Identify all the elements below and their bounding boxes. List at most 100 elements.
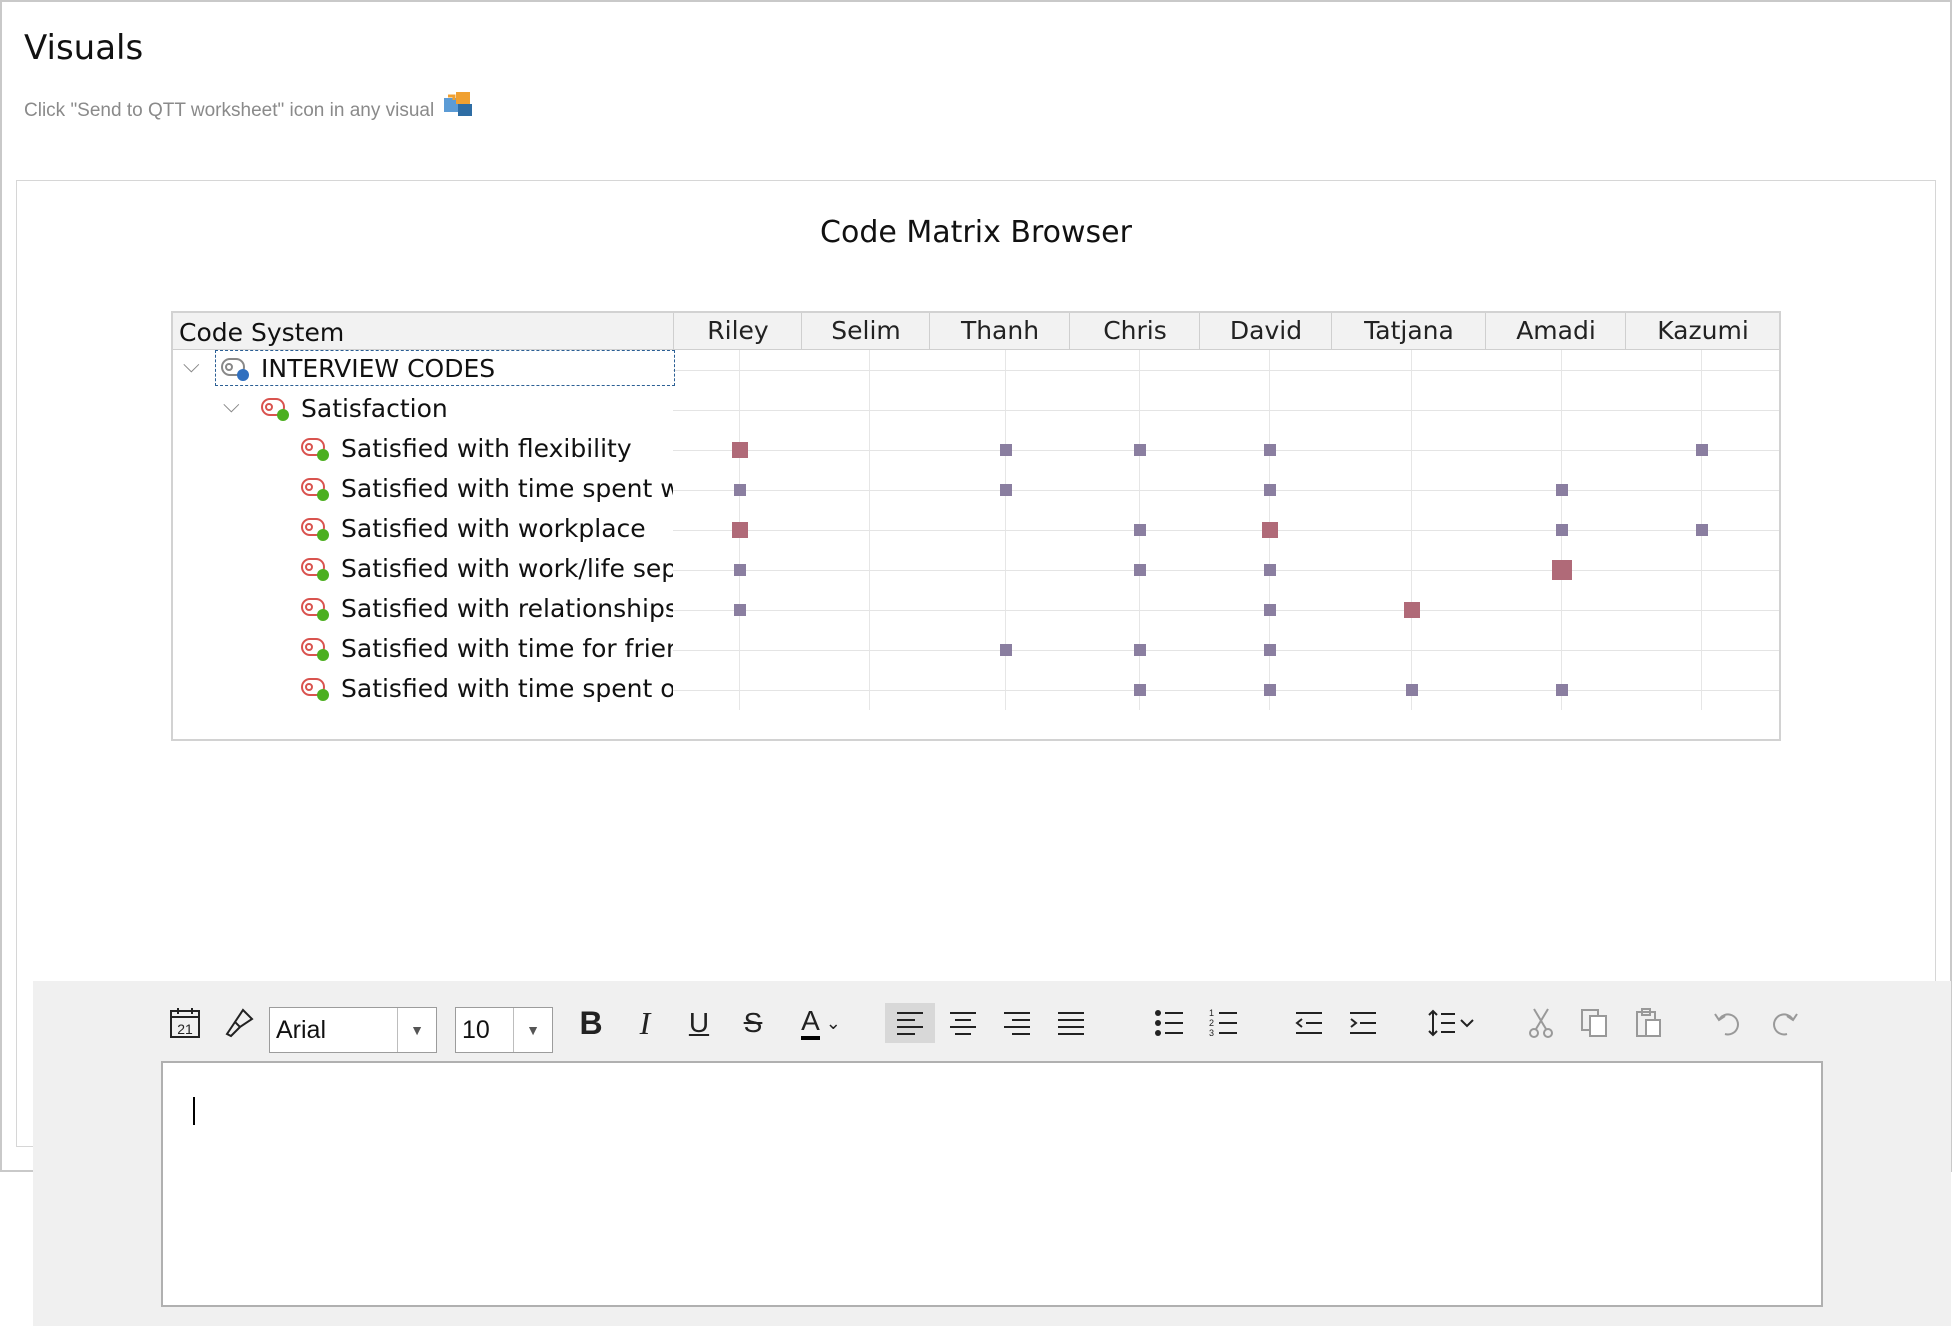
chevron-down-icon[interactable]: ▼: [397, 1008, 436, 1052]
font-color-icon[interactable]: A ⌄: [789, 1003, 853, 1043]
tree-label: Satisfied with time spent or: [341, 674, 673, 703]
matrix-cell-marker[interactable]: [1264, 484, 1276, 496]
matrix-body: ⌵ INTERVIEW CODES ⌵ Satisfaction Satisfied w…: [173, 350, 1779, 739]
copy-icon[interactable]: [1573, 1003, 1617, 1043]
redo-icon[interactable]: [1761, 1003, 1805, 1043]
grid-line-horizontal: [673, 370, 1779, 371]
matrix-cell-marker[interactable]: [734, 564, 746, 576]
notes-editor[interactable]: [161, 1061, 1823, 1307]
matrix-cell-marker[interactable]: [1134, 564, 1146, 576]
column-header-amadi[interactable]: Amadi: [1485, 313, 1626, 349]
tree-row-code[interactable]: Satisfied with time for frien: [173, 630, 673, 670]
tree-row-code[interactable]: Satisfied with workplace: [173, 510, 673, 550]
matrix-cell-marker[interactable]: [732, 522, 748, 538]
matrix-cell-marker[interactable]: [1264, 644, 1276, 656]
grid-line-horizontal: [673, 650, 1779, 651]
matrix-cell-marker[interactable]: [1552, 560, 1572, 580]
matrix-header: Code System Riley Selim Thanh Chris David Tat…: [173, 313, 1779, 350]
align-left-icon[interactable]: [885, 1003, 935, 1043]
grid-line-horizontal: [673, 530, 1779, 531]
strikethrough-icon[interactable]: S: [731, 1003, 775, 1043]
align-center-icon[interactable]: [941, 1003, 985, 1043]
tree-label: Satisfaction: [301, 394, 448, 423]
matrix-cell-marker[interactable]: [1000, 444, 1012, 456]
chevron-down-icon[interactable]: ⌵: [183, 352, 200, 378]
matrix-cell-marker[interactable]: [1000, 484, 1012, 496]
grid-line-horizontal: [673, 450, 1779, 451]
tree-row-code[interactable]: Satisfied with flexibility: [173, 430, 673, 470]
align-right-icon[interactable]: [995, 1003, 1039, 1043]
line-spacing-icon[interactable]: [1423, 1003, 1487, 1043]
column-header-kazumi[interactable]: Kazumi: [1625, 313, 1779, 349]
matrix-cell-marker[interactable]: [1556, 684, 1568, 696]
column-header-david[interactable]: David: [1199, 313, 1332, 349]
column-header-selim[interactable]: Selim: [801, 313, 930, 349]
bullet-list-icon[interactable]: [1147, 1003, 1191, 1043]
paste-icon[interactable]: [1627, 1003, 1671, 1043]
tree-row-code[interactable]: Satisfied with time spent w: [173, 470, 673, 510]
font-size-select[interactable]: 10 ▼: [455, 1007, 553, 1053]
hint-label: Click "Send to QTT worksheet" icon in an…: [24, 100, 435, 121]
column-header-tatjana[interactable]: Tatjana: [1331, 313, 1486, 349]
justify-icon[interactable]: [1049, 1003, 1093, 1043]
tree-label: Satisfied with workplace: [341, 514, 646, 543]
matrix-cell-marker[interactable]: [1264, 444, 1276, 456]
chevron-down-icon[interactable]: ⌵: [223, 392, 240, 418]
format-toolbar: 21 Arial ▼ 10 ▼ B I U S A ⌄ 1 2 3: [33, 981, 1951, 1061]
matrix-cell-marker[interactable]: [734, 604, 746, 616]
insert-date-icon[interactable]: 21: [163, 1003, 207, 1043]
outdent-icon[interactable]: [1287, 1003, 1331, 1043]
cut-icon[interactable]: [1519, 1003, 1563, 1043]
matrix-cell-marker[interactable]: [1000, 644, 1012, 656]
underline-icon[interactable]: U: [677, 1003, 721, 1043]
matrix-cell-marker[interactable]: [1134, 644, 1146, 656]
tree-row-code[interactable]: Satisfied with work/life sep: [173, 550, 673, 590]
numbered-list-icon[interactable]: 123: [1201, 1003, 1245, 1043]
visual-title: Code Matrix Browser: [820, 215, 1132, 250]
chevron-down-icon[interactable]: ▼: [513, 1008, 552, 1052]
matrix-cell-marker[interactable]: [1264, 684, 1276, 696]
column-header-thanh[interactable]: Thanh: [929, 313, 1070, 349]
matrix-cell-marker[interactable]: [1134, 524, 1146, 536]
code-icon: [301, 678, 331, 702]
matrix-cell-marker[interactable]: [1264, 564, 1276, 576]
matrix-cell-marker[interactable]: [1556, 484, 1568, 496]
matrix-cell-marker[interactable]: [1134, 444, 1146, 456]
matrix-cell-marker[interactable]: [732, 442, 748, 458]
matrix-cell-marker[interactable]: [1134, 684, 1146, 696]
calendar-day: 21: [177, 1021, 193, 1037]
code-icon: [301, 438, 331, 462]
matrix-cell-marker[interactable]: [1264, 604, 1276, 616]
send-to-qtt-icon[interactable]: [442, 88, 474, 118]
matrix-cell-marker[interactable]: [1696, 524, 1708, 536]
tree-label: Satisfied with relationships: [341, 594, 673, 623]
font-family-select[interactable]: Arial ▼: [269, 1007, 437, 1053]
notes-panel: 21 Arial ▼ 10 ▼ B I U S A ⌄ 1 2 3: [33, 981, 1951, 1326]
code-icon: [261, 398, 291, 422]
grid-line-horizontal: [673, 610, 1779, 611]
column-header-riley[interactable]: Riley: [673, 313, 802, 349]
tree-label: Satisfied with time for frien: [341, 634, 673, 663]
bold-icon[interactable]: B: [569, 1003, 613, 1043]
list-digit-1: 1: [1209, 1008, 1214, 1018]
matrix-cell-marker[interactable]: [1406, 684, 1418, 696]
format-painter-icon[interactable]: [217, 1003, 261, 1043]
matrix-cell-marker[interactable]: [1404, 602, 1420, 618]
page-title: Visuals: [24, 28, 144, 68]
column-header-chris[interactable]: Chris: [1069, 313, 1200, 349]
indent-icon[interactable]: [1341, 1003, 1385, 1043]
undo-icon[interactable]: [1707, 1003, 1751, 1043]
matrix-cell-marker[interactable]: [1262, 522, 1278, 538]
tree-row-group[interactable]: ⌵ Satisfaction: [173, 390, 673, 430]
matrix-cell-marker[interactable]: [1696, 444, 1708, 456]
tree-label: Satisfied with time spent w: [341, 474, 673, 503]
tree-row-code[interactable]: Satisfied with relationships: [173, 590, 673, 630]
tree-row-root[interactable]: ⌵ INTERVIEW CODES: [173, 350, 675, 390]
italic-icon[interactable]: I: [623, 1003, 667, 1043]
matrix-cell-marker[interactable]: [1556, 524, 1568, 536]
code-icon: [301, 598, 331, 622]
tree-row-code[interactable]: Satisfied with time spent or: [173, 670, 673, 710]
code-group-icon: [221, 358, 251, 382]
matrix-cell-marker[interactable]: [734, 484, 746, 496]
code-system-header[interactable]: Code System: [179, 318, 344, 347]
